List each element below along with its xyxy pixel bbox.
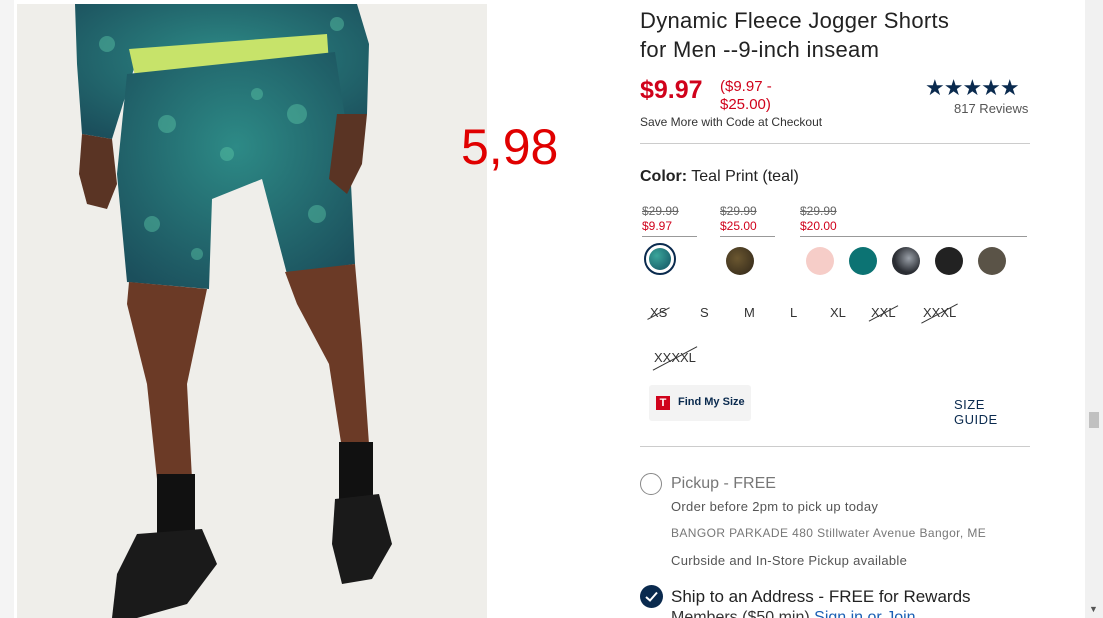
ship-minimum-text: Members ($50 min)	[671, 609, 810, 618]
product-title: Dynamic Fleece Jogger Shorts for Men --9…	[640, 6, 1030, 64]
product-page: 5,98 Dynamic Fleece Jogger Shorts for Me…	[0, 0, 1085, 618]
ship-to-address-line2: Members ($50 min) Sign in or Join	[671, 609, 916, 618]
original-price: $29.99	[720, 204, 757, 218]
sign-in-link[interactable]: Sign in or Join	[814, 609, 915, 618]
find-my-size-button[interactable]: T Find My Size	[649, 385, 751, 421]
price-group: $29.99 $25.00	[720, 204, 757, 234]
size-option-xs[interactable]: XS	[650, 305, 667, 320]
color-swatch-teal-print[interactable]	[644, 243, 676, 275]
color-selection-label: Color: Teal Print (teal)	[640, 168, 799, 186]
product-title-line2: for Men --9-inch inseam	[640, 37, 880, 62]
group-price: $25.00	[720, 219, 757, 233]
pickup-label[interactable]: Pickup - FREE	[671, 475, 776, 493]
price-range-line1: ($9.97 -	[720, 78, 772, 95]
product-photo[interactable]	[17, 4, 487, 618]
divider	[640, 143, 1030, 144]
rating-stars-icon[interactable]: ★★★★★	[925, 75, 1020, 101]
size-option-m[interactable]: M	[744, 305, 755, 320]
pickup-radio[interactable]	[640, 473, 662, 495]
price-range: ($9.97 - $25.00)	[720, 78, 772, 114]
size-option-xxxl[interactable]: XXXL	[923, 305, 956, 320]
product-details-panel: Dynamic Fleece Jogger Shorts for Men --9…	[640, 0, 1030, 618]
price-group-underline	[720, 236, 775, 237]
color-swatch-olive-print[interactable]	[726, 247, 754, 275]
curbside-text: Curbside and In-Store Pickup available	[671, 553, 908, 568]
promo-text: Save More with Code at Checkout	[640, 115, 823, 129]
ship-to-address-label[interactable]: Ship to an Address - FREE for Rewards	[671, 587, 971, 607]
color-swatch-black[interactable]	[935, 247, 963, 275]
reviews-link[interactable]: 817 Reviews	[954, 101, 1028, 116]
size-option-s[interactable]: S	[700, 305, 709, 320]
group-price: $20.00	[800, 219, 837, 233]
color-swatch-black-marble[interactable]	[892, 247, 920, 275]
true-fit-icon: T	[656, 396, 670, 410]
sale-price: $9.97	[640, 76, 703, 104]
price-group-underline	[642, 236, 697, 237]
price-group: $29.99 $9.97	[642, 204, 679, 234]
ship-checked-icon[interactable]	[640, 585, 663, 608]
page-margin	[0, 0, 14, 618]
price-group: $29.99 $20.00	[800, 204, 837, 234]
swatch-fill	[649, 248, 671, 270]
handwritten-price-annotation: 5,98	[461, 119, 559, 175]
size-option-xxl[interactable]: XXL	[871, 305, 896, 320]
color-swatch-dark-olive[interactable]	[978, 247, 1006, 275]
group-price: $9.97	[642, 219, 673, 233]
price-range-line2: $25.00)	[720, 96, 771, 113]
size-option-xxxxl[interactable]: XXXXL	[654, 350, 696, 365]
original-price: $29.99	[642, 204, 679, 218]
find-my-size-label: Find My Size	[678, 396, 745, 408]
price-group-underline	[800, 236, 1027, 237]
color-value: Teal Print (teal)	[691, 168, 799, 185]
size-option-l[interactable]: L	[790, 305, 797, 320]
divider	[640, 446, 1030, 447]
scrollbar-thumb[interactable]	[1089, 412, 1099, 428]
store-address[interactable]: BANGOR PARKADE 480 Stillwater Avenue Ban…	[671, 526, 986, 540]
page-scrollbar[interactable]: ▼	[1085, 0, 1103, 618]
size-option-xl[interactable]: XL	[830, 305, 846, 320]
color-swatch-teal[interactable]	[849, 247, 877, 275]
size-guide-link[interactable]: SIZE GUIDE	[954, 397, 1030, 427]
product-title-line1: Dynamic Fleece Jogger Shorts	[640, 8, 950, 33]
scroll-down-arrow-icon[interactable]: ▼	[1089, 604, 1098, 614]
color-swatch-light-pink[interactable]	[806, 247, 834, 275]
color-label: Color:	[640, 168, 688, 185]
original-price: $29.99	[800, 204, 837, 218]
pickup-time-text: Order before 2pm to pick up today	[671, 499, 879, 514]
